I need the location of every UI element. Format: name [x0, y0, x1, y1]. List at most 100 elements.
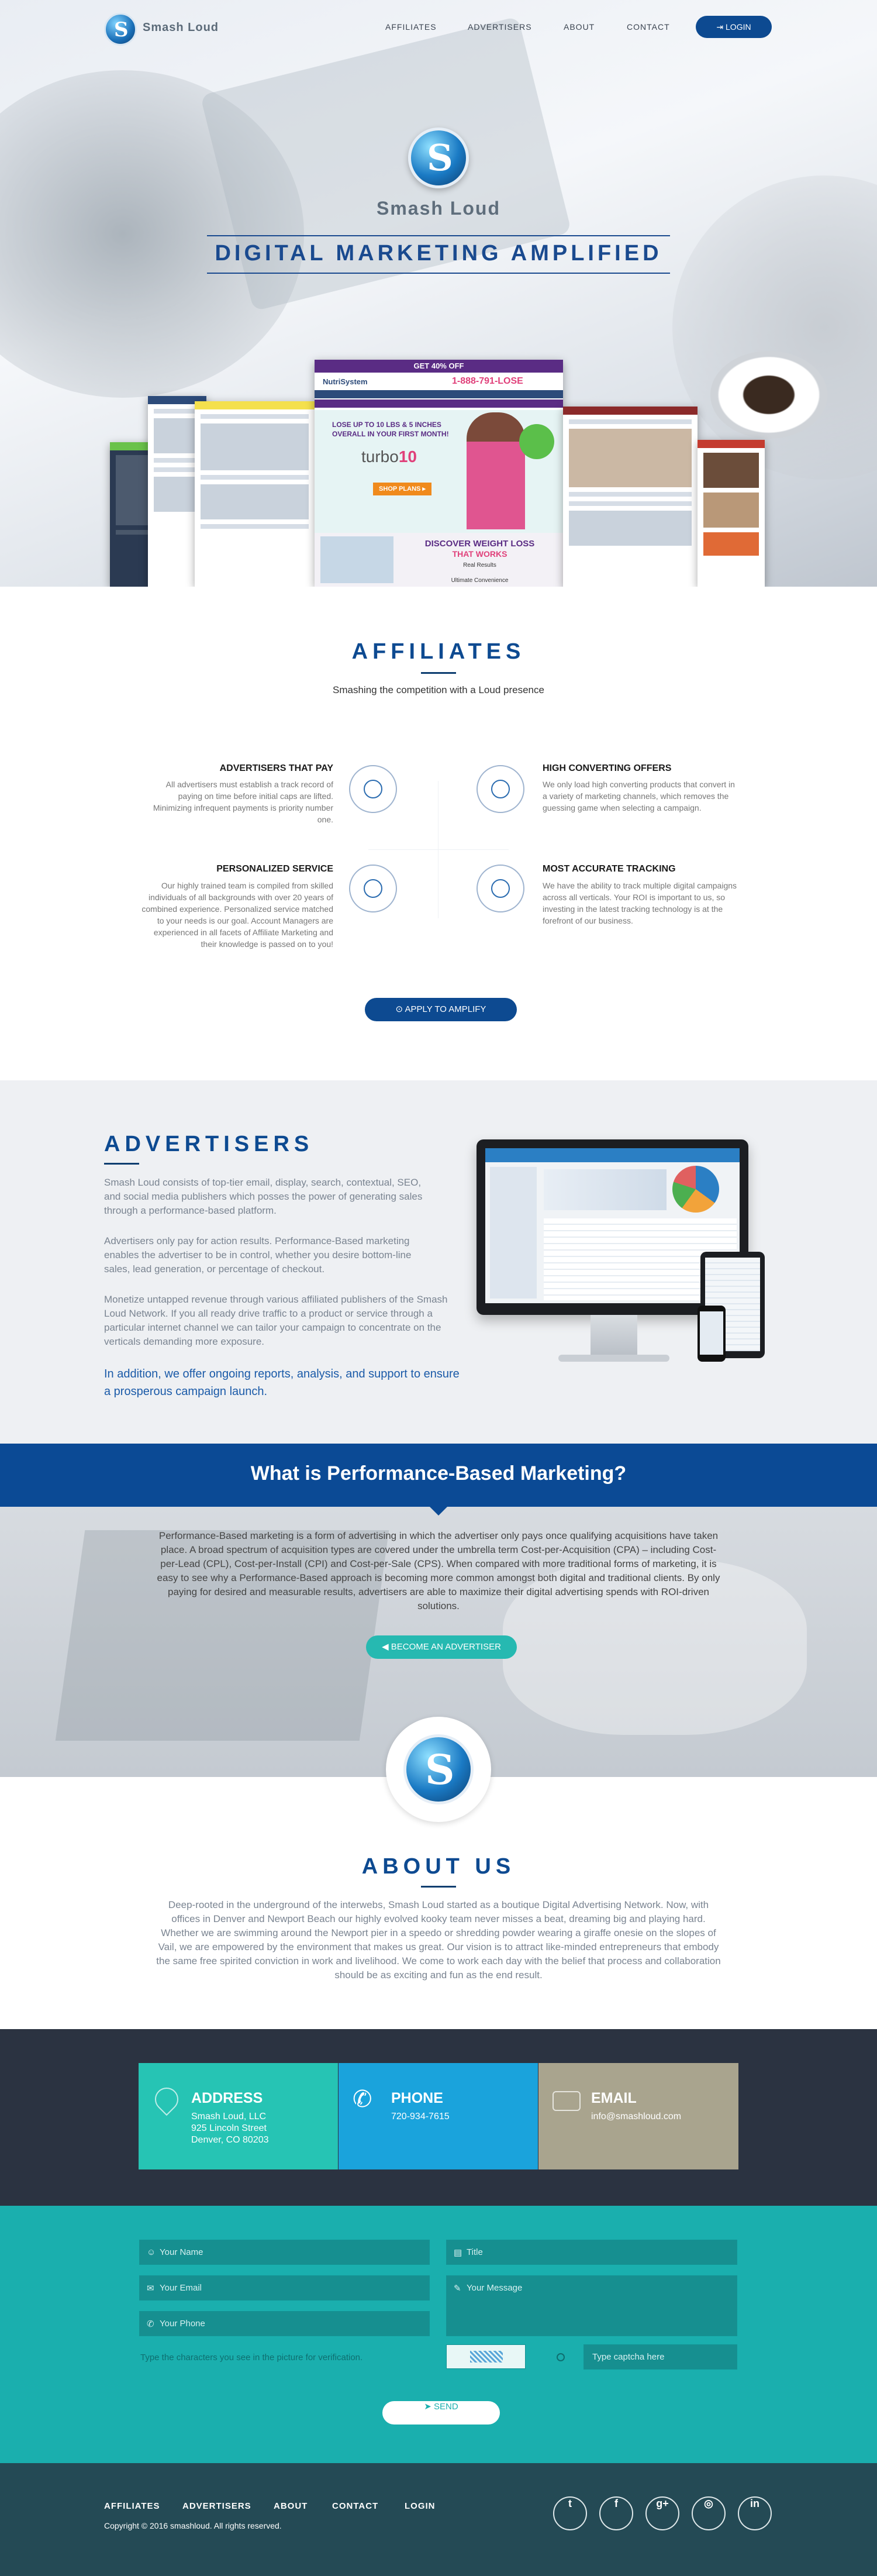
hero-tagline: DIGITAL MARKETING AMPLIFIED — [215, 241, 662, 266]
captcha-input[interactable]: Type captcha here — [583, 2344, 737, 2370]
title-placeholder: Title — [467, 2247, 483, 2257]
send-label: SEND — [434, 2402, 458, 2412]
performance-arrow — [429, 1506, 448, 1516]
phone-title: PHONE — [391, 2090, 443, 2106]
ad-top-banner: GET 40% OFF — [315, 360, 563, 373]
become-advertiser-button[interactable]: ◀ BECOME AN ADVERTISER — [366, 1635, 517, 1659]
apply-to-amplify-button[interactable]: ⊙ APPLY TO AMPLIFY — [365, 998, 517, 1021]
about-text: Deep-rooted in the underground of the in… — [156, 1899, 721, 1981]
message-placeholder: Your Message — [467, 2283, 523, 2293]
hero-section: S Smash Loud AFFILIATES ADVERTISERS ABOU… — [0, 0, 877, 587]
user-icon: ☺ — [147, 2247, 156, 2257]
advertisers-p1: Smash Loud consists of top-tier email, d… — [104, 1177, 423, 1216]
email-title: EMAIL — [591, 2090, 637, 2106]
envelope-icon — [553, 2091, 581, 2111]
phone-number[interactable]: 720-934-7615 — [391, 2111, 450, 2123]
send-button[interactable]: ➤ SEND — [382, 2401, 500, 2425]
refresh-captcha-icon[interactable] — [557, 2353, 565, 2361]
monitor-base — [558, 1355, 669, 1362]
pencil-icon: ✎ — [454, 2284, 461, 2293]
phone-box: ✆ PHONE 720-934-7615 — [339, 2063, 538, 2169]
ad-phone: 1-888-791-LOSE — [452, 376, 523, 386]
tagline-rule-bottom — [207, 273, 670, 274]
ad-results: Real Results — [463, 562, 496, 569]
name-placeholder: Your Name — [160, 2247, 203, 2257]
about-title: ABOUT US — [361, 1854, 516, 1879]
about-logo-circle: S — [386, 1717, 491, 1822]
feature-title-service: PERSONALIZED SERVICE — [216, 864, 333, 874]
ad-discover: DISCOVER WEIGHT LOSS — [424, 539, 535, 549]
feature-title-tracking: MOST ACCURATE TRACKING — [543, 864, 676, 874]
tracking-gears-icon — [477, 865, 524, 912]
screen-mockup-6 — [698, 440, 765, 587]
ad-works: THAT WORKS — [452, 549, 507, 559]
nav-advertisers[interactable]: ADVERTISERS — [468, 22, 532, 32]
ad-shop-button: SHOP PLANS ▸ — [373, 483, 431, 495]
feature-text-offers: We only load high converting products th… — [543, 780, 735, 812]
phone-small-icon: ✆ — [147, 2319, 154, 2329]
map-pin-icon — [150, 2082, 184, 2116]
login-icon: ⇥ — [716, 22, 726, 32]
google-plus-icon[interactable]: g+ — [645, 2496, 679, 2530]
message-field[interactable]: ✎ Your Message — [446, 2275, 737, 2336]
address-lines: Smash Loud, LLC 925 Lincoln Street Denver,… — [191, 2112, 269, 2145]
phone-placeholder: Your Phone — [160, 2319, 205, 2329]
nutrisystem-ad-mockup: GET 40% OFF NutriSystem 1-888-791-LOSE L… — [315, 360, 563, 587]
ad-brand: NutriSystem — [323, 377, 368, 386]
feature-divider-h — [368, 849, 509, 850]
hero-brand: Smash Loud — [376, 198, 500, 219]
affiliates-title: AFFILIATES — [351, 639, 526, 664]
mail-icon: ✉ — [147, 2284, 154, 2293]
address-title: ADDRESS — [191, 2090, 263, 2106]
email-address[interactable]: info@smashloud.com — [591, 2111, 681, 2123]
footer-link-advertisers[interactable]: ADVERTISERS — [182, 2501, 251, 2511]
phone-field[interactable]: ✆ Your Phone — [139, 2311, 430, 2336]
megaphone-icon: ◀ — [382, 1642, 391, 1652]
monitor-stand — [591, 1315, 637, 1356]
footer-link-affiliates[interactable]: AFFILIATES — [104, 2501, 160, 2511]
send-icon: ➤ — [424, 2402, 434, 2412]
advertisers-title: ADVERTISERS — [104, 1132, 314, 1156]
address-box: ADDRESS Smash Loud, LLC 925 Lincoln Stree… — [139, 2063, 338, 2169]
name-field[interactable]: ☺ Your Name — [139, 2240, 430, 2265]
email-field[interactable]: ✉ Your Email — [139, 2275, 430, 2301]
refresh-icon — [477, 765, 524, 813]
about-rule — [421, 1886, 456, 1888]
nav-about[interactable]: ABOUT — [564, 22, 595, 32]
advertisers-p3: Monetize untapped revenue through variou… — [104, 1294, 448, 1347]
tagline-rule-top — [207, 235, 670, 236]
apply-label: APPLY TO AMPLIFY — [405, 1004, 486, 1014]
nav-contact[interactable]: CONTACT — [627, 22, 670, 32]
captcha-image — [446, 2344, 526, 2369]
footer-link-contact[interactable]: CONTACT — [332, 2501, 378, 2511]
handshake-icon — [349, 865, 397, 912]
feature-title-pay: ADVERTISERS THAT PAY — [219, 763, 333, 773]
check-circle-icon: ⊙ — [395, 1004, 405, 1014]
feature-text-service: Our highly trained team is compiled from… — [141, 881, 333, 949]
captcha-label: Type the characters you see in the pictu… — [140, 2353, 363, 2363]
contact-form-section — [0, 2206, 877, 2463]
screen-mockup-5 — [563, 407, 698, 587]
title-field[interactable]: ▤ Title — [446, 2240, 737, 2265]
footer-link-login[interactable]: LOGIN — [405, 2501, 436, 2511]
linkedin-icon[interactable]: in — [738, 2496, 772, 2530]
advertisers-p2: Advertisers only pay for action results.… — [104, 1235, 412, 1275]
email-box: EMAIL info@smashloud.com — [538, 2063, 738, 2169]
instagram-icon[interactable]: ◎ — [692, 2496, 726, 2530]
footer-link-about[interactable]: ABOUT — [274, 2501, 308, 2511]
ad-sub: OVERALL IN YOUR FIRST MONTH! — [332, 430, 449, 438]
hand-money-icon — [349, 765, 397, 813]
email-placeholder: Your Email — [160, 2283, 202, 2293]
facebook-icon[interactable]: f — [599, 2496, 633, 2530]
ad-model-image — [467, 412, 525, 529]
advertisers-p4: In addition, we offer ongoing reports, a… — [104, 1368, 460, 1398]
ad-turbo: turbo10 — [361, 447, 417, 466]
feature-text-tracking: We have the ability to track multiple di… — [543, 881, 737, 925]
twitter-icon[interactable]: t — [553, 2496, 587, 2530]
copyright: Copyright © 2016 smashloud. All rights r… — [104, 2521, 282, 2530]
nav-affiliates[interactable]: AFFILIATES — [385, 22, 437, 32]
logo-text: Smash Loud — [143, 21, 219, 34]
affiliates-subtitle: Smashing the competition with a Loud pre… — [333, 684, 544, 695]
login-button[interactable]: ⇥ LOGIN — [696, 16, 772, 38]
about-logo-icon: S — [403, 1734, 474, 1804]
